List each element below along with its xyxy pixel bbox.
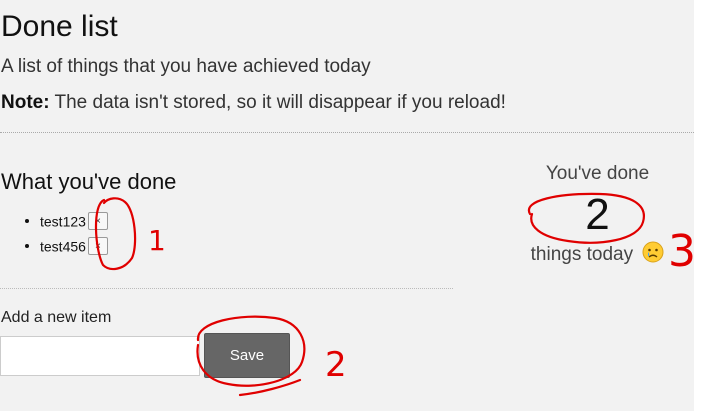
section-divider (0, 288, 453, 289)
remove-item-button[interactable]: × (87, 212, 108, 231)
done-count: 2 (585, 190, 610, 239)
item-text: test456 (40, 238, 86, 255)
done-heading: What you've done (1, 169, 177, 194)
stats-prefix: You've done (545, 163, 650, 184)
add-item-input[interactable] (0, 336, 200, 376)
remove-item-button[interactable]: × (87, 237, 108, 256)
stats-suffix: things today (530, 244, 634, 266)
app-panel: Done list A list of things that you have… (0, 0, 694, 411)
item-text: test123 (40, 213, 86, 230)
note-label: Note: (1, 92, 50, 113)
page-title: Done list (1, 10, 118, 43)
note-body: The data isn't stored, so it will disapp… (49, 92, 506, 113)
add-item-label: Add a new item (1, 309, 112, 326)
list-item: test456× (40, 235, 108, 260)
stats-panel: You've done 2 things today (505, 163, 690, 269)
done-list: test123× test456× (20, 210, 108, 260)
save-button[interactable]: Save (204, 333, 290, 378)
list-item: test123× (40, 210, 108, 235)
page-subtitle: A list of things that you have achieved … (1, 56, 371, 77)
header-divider (0, 132, 694, 133)
stats-suffix-row: things today (505, 241, 690, 269)
note-text: Note: The data isn't stored, so it will … (1, 92, 506, 114)
crying-face-icon (642, 241, 664, 269)
